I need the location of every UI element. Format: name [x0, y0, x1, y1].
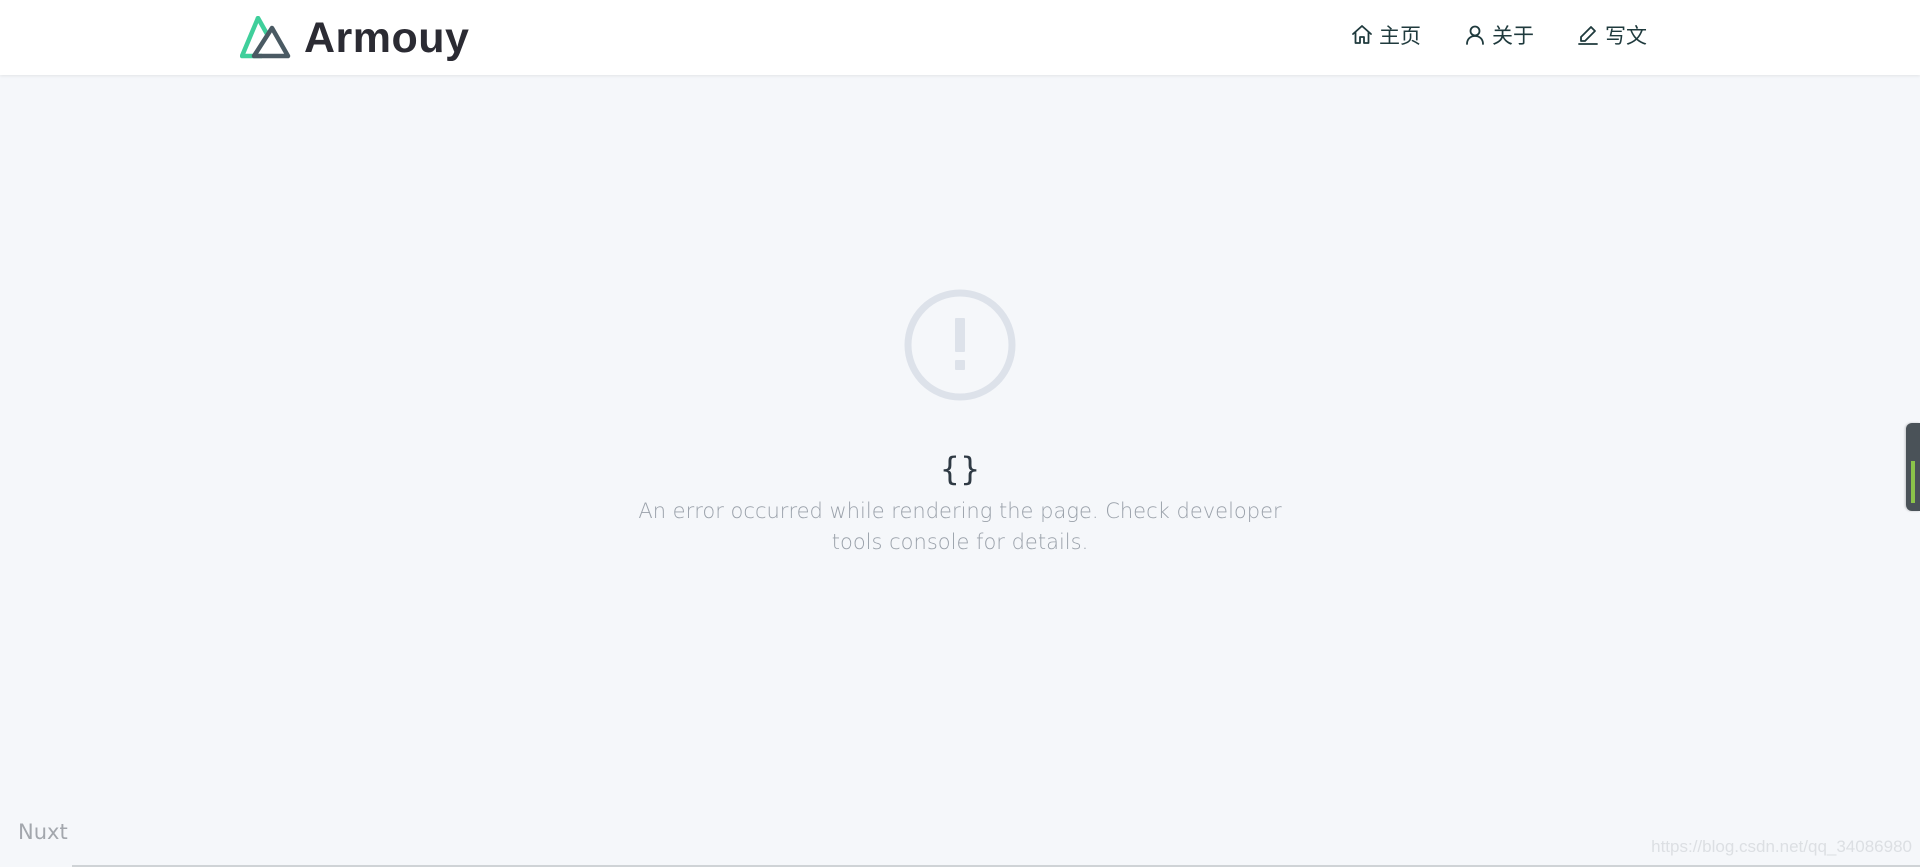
top-header: Armouy 主页 关于 写文 — [0, 0, 1920, 75]
nav-label-about: 关于 — [1492, 24, 1534, 48]
side-meter-widget[interactable] — [1906, 423, 1920, 511]
edit-icon — [1578, 26, 1598, 45]
nav-item-home[interactable]: 主页 — [1350, 20, 1421, 50]
watermark: https://blog.csdn.net/qq_34086980 — [1651, 837, 1912, 856]
nav-item-about[interactable]: 关于 — [1463, 20, 1534, 50]
nuxt-footer-link[interactable]: Nuxt — [18, 820, 68, 844]
error-code: {} — [939, 450, 981, 488]
nav-item-write[interactable]: 写文 — [1576, 20, 1647, 50]
main-nav: 主页 关于 写文 — [1350, 20, 1647, 50]
home-icon — [1352, 25, 1372, 44]
error-message: An error occurred while rendering the pa… — [638, 499, 1282, 554]
nav-label-write: 写文 — [1605, 24, 1647, 48]
exclamation-circle-icon — [904, 289, 1016, 401]
user-icon — [1466, 25, 1484, 45]
error-panel: {} An error occurred while rendering the… — [0, 288, 1920, 558]
mountain-logo-icon — [240, 16, 291, 59]
brand-link[interactable]: Armouy — [240, 12, 469, 64]
brand-name: Armouy — [304, 13, 470, 62]
nav-label-home: 主页 — [1379, 24, 1421, 48]
side-meter-level — [1911, 461, 1915, 503]
